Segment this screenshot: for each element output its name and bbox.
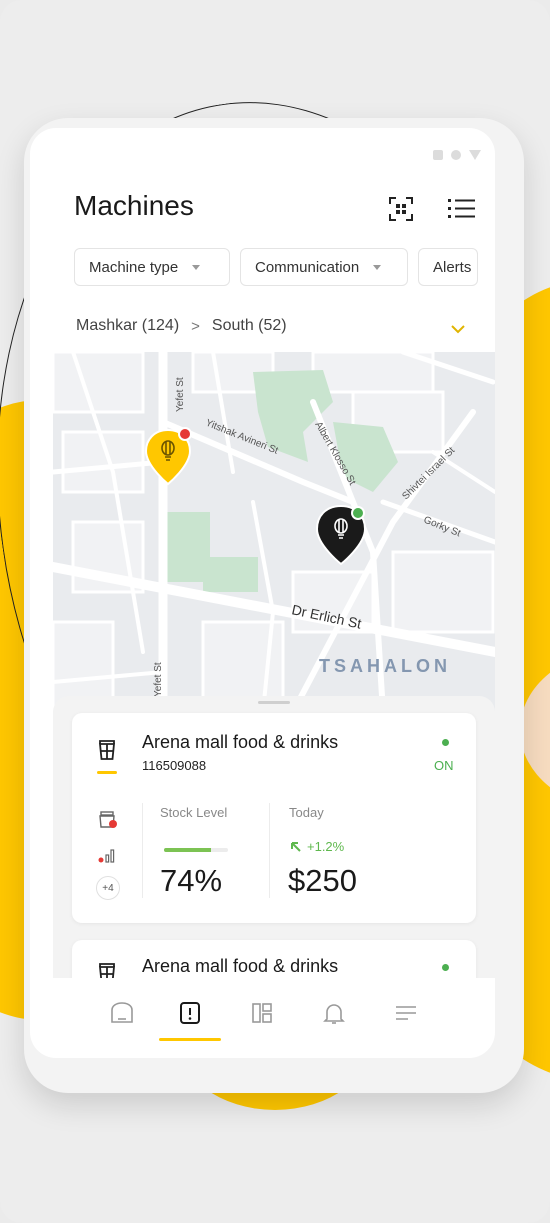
divider (269, 803, 270, 898)
stock-level-bar (164, 848, 228, 852)
breadcrumb-parent[interactable]: Mashkar (124) (76, 317, 179, 335)
change-value: +1.2% (307, 839, 345, 854)
stock-level-value: 74% (160, 863, 223, 898)
signal-alert-icon[interactable] (96, 842, 120, 866)
stock-level-label: Stock Level (160, 805, 228, 820)
active-tab-indicator (159, 1038, 221, 1041)
bottom-navigation (53, 978, 495, 1058)
filter-label: Communication (255, 258, 360, 276)
communication-filter[interactable]: Communication (240, 248, 408, 286)
district-label: TSAHALON (319, 656, 451, 676)
machine-id: 116509088 (142, 758, 207, 773)
machine-name: Arena mall food & drinks (142, 732, 339, 752)
street-label: Yefet St (175, 377, 186, 412)
online-dot-icon (442, 739, 449, 746)
alerts-filter[interactable]: Alerts (418, 248, 478, 286)
map-view[interactable]: Yefet St Yitshak Avineri St Albert Kloss… (53, 352, 495, 712)
app-screen: Machines Machine type Communication Aler… (30, 128, 495, 1058)
street-label: Yefet St (153, 662, 164, 697)
qr-scan-icon[interactable] (388, 196, 414, 222)
menu-icon[interactable] (393, 1000, 419, 1026)
change-indicator: +1.2% (289, 839, 344, 854)
breadcrumb-separator: > (191, 317, 200, 335)
today-label: Today (289, 805, 324, 820)
alert-icons: +4 (96, 808, 120, 910)
drag-handle[interactable] (258, 701, 290, 704)
status-triangle-icon (469, 150, 481, 160)
breadcrumb: Mashkar (124) > South (52) (76, 317, 287, 335)
machine-type-filter[interactable]: Machine type (74, 248, 230, 286)
today-revenue: $250 (288, 863, 357, 898)
machine-name: Arena mall food & drinks (142, 956, 339, 976)
status-bar (433, 150, 481, 160)
status-text: ON (434, 758, 454, 773)
home-icon[interactable] (109, 1000, 135, 1026)
filter-label: Alerts (433, 258, 472, 276)
more-alerts-badge[interactable]: +4 (96, 876, 120, 900)
filter-label: Machine type (89, 258, 179, 276)
machine-card[interactable]: Arena mall food & drinks 116509088 ON +4… (72, 713, 476, 923)
caret-down-icon (192, 264, 201, 270)
page-title: Machines (74, 190, 194, 221)
dashboard-icon[interactable] (249, 1000, 275, 1026)
chevron-down-icon[interactable] (450, 322, 466, 334)
stock-level-fill (164, 848, 212, 852)
status-square-icon (433, 150, 443, 160)
list-view-icon[interactable] (448, 196, 476, 222)
arrow-up-left-icon (291, 841, 301, 852)
divider (142, 803, 143, 898)
breadcrumb-current: South (52) (211, 317, 287, 334)
drink-machine-icon (96, 737, 118, 761)
caret-down-icon (373, 264, 382, 270)
online-dot-icon (442, 964, 449, 971)
filter-bar: Machine type Communication Alerts (74, 248, 478, 286)
machine-icon[interactable] (177, 1000, 203, 1026)
coin-alert-icon[interactable] (96, 808, 120, 832)
bell-icon[interactable] (321, 1000, 347, 1026)
accent-underline (97, 771, 117, 774)
status-circle-icon (451, 150, 461, 160)
